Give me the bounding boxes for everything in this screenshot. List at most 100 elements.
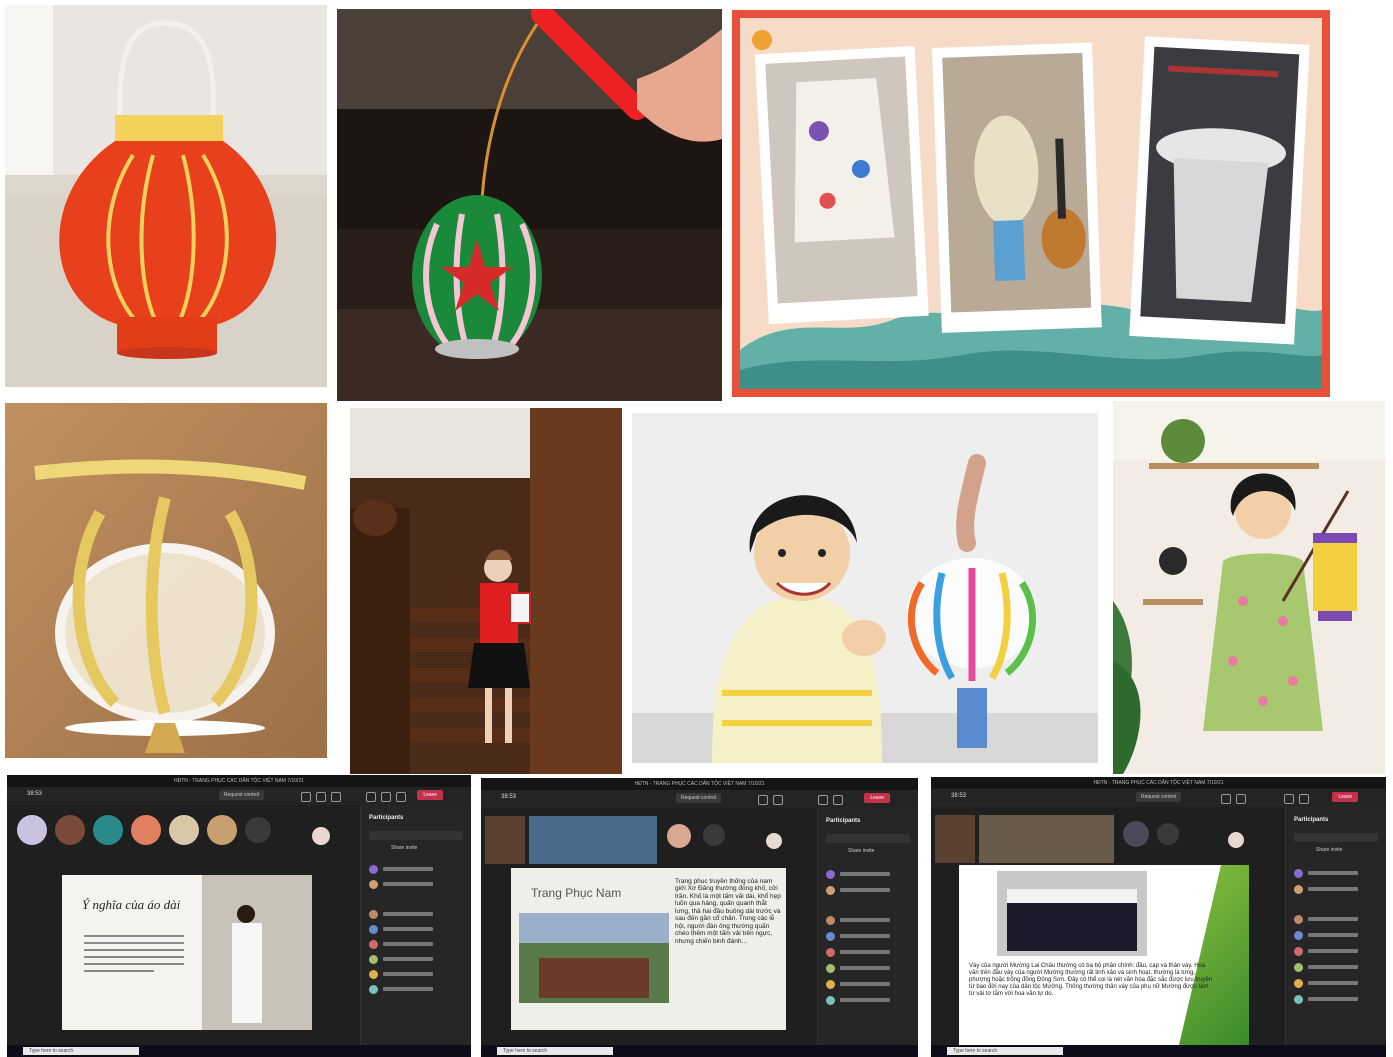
slide-bullet-text: Trang phục truyền thống của nam giới Xơ …	[675, 878, 781, 945]
teams-meeting-screenshot-3: HĐTN - TRANG PHỤC CÁC DÂN TỘC VIỆT NAM 7…	[931, 777, 1386, 1057]
leave-button[interactable]: Leave	[1332, 792, 1358, 802]
slide-photo-ao-dai	[202, 875, 312, 1030]
mic-icon[interactable]	[1299, 794, 1309, 804]
chat-icon[interactable]	[301, 792, 311, 802]
presenter-avatar	[766, 833, 782, 849]
participant-row[interactable]	[1294, 963, 1378, 973]
window-title: HĐTN - TRANG PHỤC CÁC DÂN TỘC VIỆT NAM 7…	[931, 777, 1386, 789]
participants-panel: Participants Share invite	[1285, 807, 1386, 1045]
people-icon[interactable]	[316, 792, 326, 802]
taskbar-search[interactable]: Type here to search	[497, 1047, 613, 1055]
share-invite-button[interactable]: Share invite	[391, 845, 417, 851]
slide-body-lines	[84, 930, 184, 977]
participant-video[interactable]	[207, 815, 237, 845]
participant-video-grid[interactable]	[979, 815, 1114, 863]
participant-video[interactable]	[93, 815, 123, 845]
participant-row[interactable]	[1294, 869, 1378, 879]
presenter-avatar	[1228, 832, 1244, 848]
request-control-button[interactable]: Request control	[1136, 792, 1182, 802]
participant-video-grid[interactable]	[529, 816, 657, 864]
participant-video[interactable]	[55, 815, 85, 845]
participant-row[interactable]	[1294, 947, 1378, 957]
participant-row[interactable]	[369, 985, 463, 995]
participant-video[interactable]	[169, 815, 199, 845]
slide-body-text: Váy của người Mường Lai Châu thường có b…	[969, 963, 1212, 997]
participant-row[interactable]	[369, 940, 463, 950]
participant-row[interactable]	[369, 910, 463, 920]
participant-video[interactable]	[667, 824, 691, 848]
participant-video[interactable]	[131, 815, 161, 845]
participant-video[interactable]	[935, 815, 975, 863]
camera-icon[interactable]	[366, 792, 376, 802]
participant-video[interactable]	[17, 815, 47, 845]
share-icon[interactable]	[396, 792, 406, 802]
participant-video[interactable]	[485, 816, 525, 864]
participant-row[interactable]	[369, 970, 463, 980]
chat-icon[interactable]	[1221, 794, 1231, 804]
participant-row[interactable]	[826, 870, 910, 880]
people-icon[interactable]	[773, 795, 783, 805]
participants-title: Participants	[369, 815, 404, 821]
participant-row[interactable]	[1294, 979, 1378, 989]
photo-girl-in-floral-dress-with-lantern	[1113, 401, 1385, 774]
participant-row[interactable]	[369, 955, 463, 965]
participant-row[interactable]	[826, 916, 910, 926]
camera-icon[interactable]	[818, 795, 828, 805]
slide-title: Trang Phục Nam	[531, 886, 622, 900]
shared-slide: Váy của người Mường Lai Châu thường có b…	[959, 865, 1249, 1045]
photo-yellow-paper-lantern	[5, 403, 327, 758]
mic-icon[interactable]	[381, 792, 391, 802]
meeting-toolbar: 38:53 Request control Leave	[931, 789, 1386, 807]
request-control-button[interactable]: Request control	[219, 790, 265, 800]
teams-meeting-screenshot-2: HĐTN - TRANG PHỤC CÁC DÂN TỘC VIỆT NAM 7…	[481, 778, 918, 1057]
share-invite-button[interactable]: Share invite	[848, 848, 874, 854]
invite-input[interactable]	[369, 831, 463, 840]
windows-taskbar: Type here to search	[931, 1045, 1386, 1057]
slide-photo-muong-women	[997, 871, 1147, 956]
participant-row[interactable]	[826, 886, 910, 896]
photo-soda-can-lantern	[337, 9, 722, 401]
camera-icon[interactable]	[1284, 794, 1294, 804]
meeting-toolbar: 38:53 Request control Leave	[7, 787, 471, 805]
participant-row[interactable]	[1294, 885, 1378, 895]
presenter-avatar	[312, 827, 330, 845]
participant-row[interactable]	[369, 925, 463, 935]
participant-row[interactable]	[826, 964, 910, 974]
participant-row[interactable]	[826, 948, 910, 958]
mic-icon[interactable]	[833, 795, 843, 805]
slide-title: Ý nghĩa của áo dài	[82, 897, 181, 912]
leave-button[interactable]: Leave	[417, 790, 443, 800]
participant-overflow-avatar[interactable]	[245, 817, 271, 843]
participant-row[interactable]	[1294, 915, 1378, 925]
participant-row[interactable]	[369, 880, 463, 890]
share-invite-button[interactable]: Share invite	[1316, 847, 1342, 853]
taskbar-search[interactable]: Type here to search	[23, 1047, 139, 1055]
slide-green-accent	[1179, 865, 1249, 1045]
participant-row[interactable]	[369, 865, 463, 875]
participant-row[interactable]	[1294, 995, 1378, 1005]
invite-input[interactable]	[1294, 833, 1378, 842]
meeting-timer: 38:53	[27, 791, 43, 797]
participants-panel: Participants Share invite	[360, 805, 471, 1045]
participant-overflow-avatar[interactable]	[703, 824, 725, 846]
chat-icon[interactable]	[758, 795, 768, 805]
window-title: HĐTN - TRANG PHỤC CÁC DÂN TỘC VIỆT NAM 7…	[7, 775, 471, 787]
windows-taskbar: Type here to search	[7, 1045, 471, 1057]
participant-overflow-avatar[interactable]	[1157, 823, 1179, 845]
meeting-timer: 38:53	[951, 793, 967, 799]
leave-button[interactable]: Leave	[864, 793, 890, 803]
invite-input[interactable]	[826, 834, 910, 843]
photo-decorated-paper-lanterns-collage	[732, 10, 1330, 397]
participant-row[interactable]	[826, 996, 910, 1006]
request-control-button[interactable]: Request control	[676, 793, 722, 803]
shared-slide: Ý nghĩa của áo dài	[62, 875, 312, 1030]
shared-slide: Trang Phục Nam Trang phục truyền thống c…	[511, 868, 786, 1030]
participant-video[interactable]	[1123, 821, 1149, 847]
participant-row[interactable]	[826, 980, 910, 990]
taskbar-search[interactable]: Type here to search	[947, 1047, 1063, 1055]
participant-row[interactable]	[1294, 931, 1378, 941]
slide-photo-xo-dang-men	[519, 913, 669, 1003]
people-icon[interactable]	[1236, 794, 1246, 804]
more-icon[interactable]	[331, 792, 341, 802]
participant-row[interactable]	[826, 932, 910, 942]
